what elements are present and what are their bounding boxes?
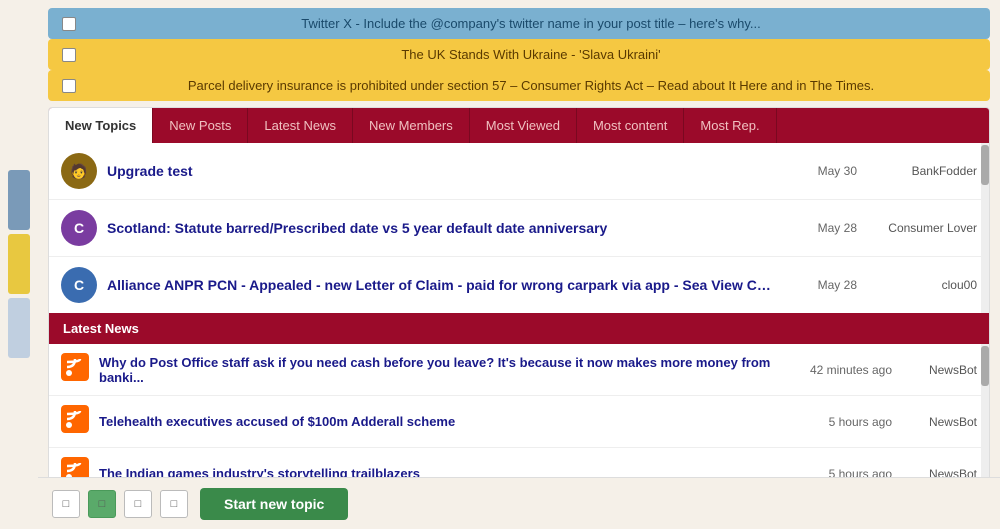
avatar: C <box>61 210 97 246</box>
bottom-icon-2[interactable]: □ <box>88 490 116 518</box>
topic-date: May 28 <box>787 221 857 235</box>
latest-news-section-header: Latest News <box>49 313 989 344</box>
avatar: C <box>61 267 97 303</box>
news-time: 5 hours ago <box>782 415 892 429</box>
bottom-icon-1[interactable]: □ <box>52 490 80 518</box>
left-sidebar <box>0 0 38 529</box>
topic-title[interactable]: Scotland: Statute barred/Prescribed date… <box>107 220 777 236</box>
tab-most-content[interactable]: Most content <box>577 108 684 143</box>
table-row: C Alliance ANPR PCN - Appealed - new Lett… <box>49 257 989 313</box>
notice-twitter-notice: Twitter X - Include the @company's twitt… <box>48 8 990 39</box>
notice-ukraine-notice: The UK Stands With Ukraine - 'Slava Ukra… <box>48 39 990 70</box>
tab-most-viewed[interactable]: Most Viewed <box>470 108 577 143</box>
rss-icon <box>61 353 89 386</box>
news-title[interactable]: Telehealth executives accused of $100m A… <box>99 414 772 429</box>
notice-checkbox-ukraine-notice[interactable] <box>62 48 76 62</box>
notice-checkbox-twitter-notice[interactable] <box>62 17 76 31</box>
tab-new-topics[interactable]: New Topics <box>49 108 153 143</box>
start-new-topic-button[interactable]: Start new topic <box>200 488 348 520</box>
scrollbar-thumb[interactable] <box>981 145 989 185</box>
topic-author[interactable]: BankFodder <box>867 164 977 178</box>
table-row: C Scotland: Statute barred/Prescribed dat… <box>49 200 989 257</box>
tabs-panel: New TopicsNew PostsLatest NewsNew Member… <box>48 107 990 501</box>
rss-icon <box>61 405 89 438</box>
topic-title[interactable]: Upgrade test <box>107 163 777 179</box>
notice-text-parcel-notice: Parcel delivery insurance is prohibited … <box>86 78 976 93</box>
sidebar-block-1 <box>8 170 30 230</box>
topics-container: 🧑 Upgrade test May 30 BankFodder C Scotland: … <box>49 143 989 313</box>
table-row: 🧑 Upgrade test May 30 BankFodder <box>49 143 989 200</box>
news-row: Why do Post Office staff ask if you need… <box>49 344 989 396</box>
main-content: Twitter X - Include the @company's twitt… <box>38 0 1000 509</box>
tab-latest-news[interactable]: Latest News <box>248 108 353 143</box>
news-author[interactable]: NewsBot <box>902 363 977 377</box>
topic-title[interactable]: Alliance ANPR PCN - Appealed - new Lette… <box>107 277 777 293</box>
news-time: 42 minutes ago <box>782 363 892 377</box>
bottom-bar: □ □ □ □ Start new topic <box>38 477 1000 529</box>
scrollbar-track[interactable] <box>981 143 989 313</box>
notice-text-ukraine-notice: The UK Stands With Ukraine - 'Slava Ukra… <box>86 47 976 62</box>
news-author[interactable]: NewsBot <box>902 415 977 429</box>
tab-most-rep[interactable]: Most Rep. <box>684 108 776 143</box>
bottom-icon-4[interactable]: □ <box>160 490 188 518</box>
topic-date: May 30 <box>787 164 857 178</box>
sidebar-block-3 <box>8 298 30 358</box>
bottom-icon-3[interactable]: □ <box>124 490 152 518</box>
topic-date: May 28 <box>787 278 857 292</box>
notice-checkbox-parcel-notice[interactable] <box>62 79 76 93</box>
tabs-header: New TopicsNew PostsLatest NewsNew Member… <box>49 108 989 143</box>
tab-new-posts[interactable]: New Posts <box>153 108 248 143</box>
news-row: Telehealth executives accused of $100m A… <box>49 396 989 448</box>
news-title[interactable]: Why do Post Office staff ask if you need… <box>99 355 772 385</box>
notices-container: Twitter X - Include the @company's twitt… <box>48 8 990 101</box>
tab-new-members[interactable]: New Members <box>353 108 470 143</box>
notice-parcel-notice: Parcel delivery insurance is prohibited … <box>48 70 990 101</box>
topic-author[interactable]: Consumer Lover <box>867 221 977 235</box>
topic-author[interactable]: clou00 <box>867 278 977 292</box>
topics-list: 🧑 Upgrade test May 30 BankFodder C Scotland: … <box>49 143 989 313</box>
news-scrollbar-thumb[interactable] <box>981 346 989 386</box>
sidebar-block-2 <box>8 234 30 294</box>
avatar: 🧑 <box>61 153 97 189</box>
notice-text-twitter-notice: Twitter X - Include the @company's twitt… <box>86 16 976 31</box>
